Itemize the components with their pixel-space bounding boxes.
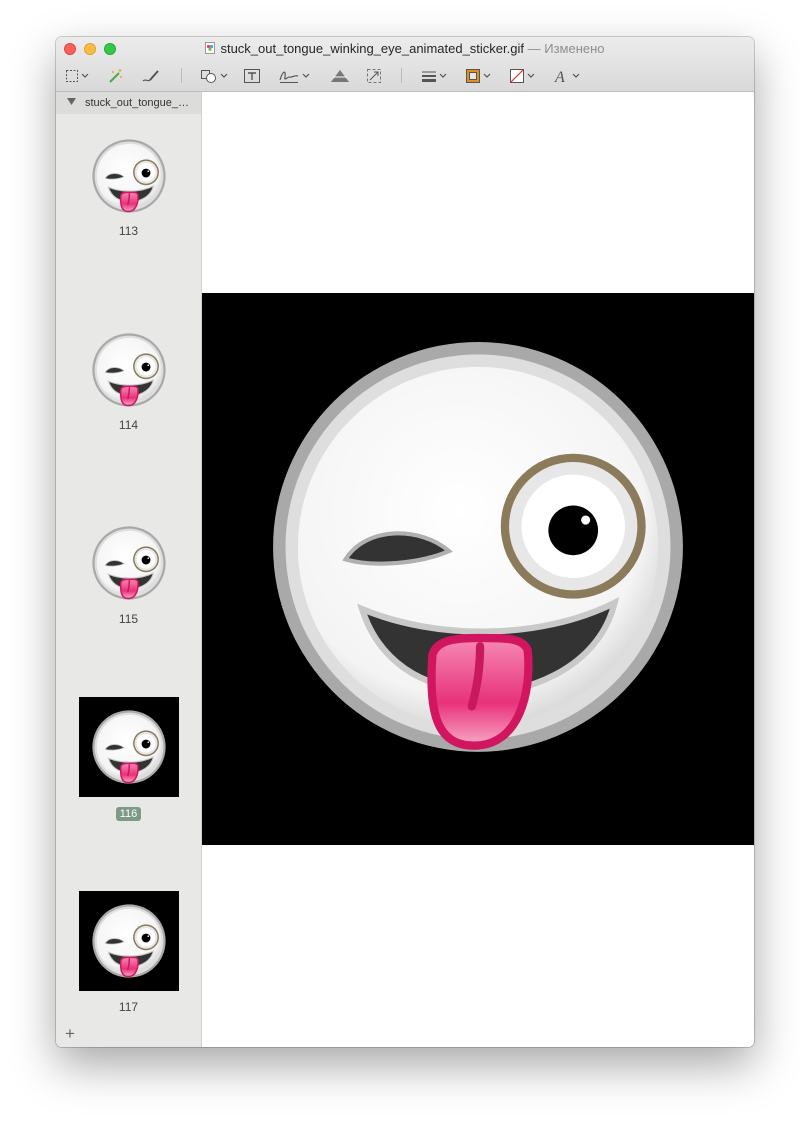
frame-label: 117 — [118, 1000, 139, 1014]
thumbnail-sidebar: stuck_out_tongue_winking_eye_animated_st… — [56, 92, 202, 1047]
frame-thumbnail-117[interactable] — [79, 891, 179, 991]
preview-window: stuck_out_tongue_winking_eye_animated_st… — [56, 37, 754, 1047]
sidebar-file-name: stuck_out_tongue_winking_eye_animated_st… — [85, 97, 195, 109]
text-icon — [244, 69, 260, 83]
text-style-icon: A — [554, 69, 565, 84]
shape-style-tool[interactable] — [421, 67, 447, 85]
frame-thumbnail-115[interactable] — [79, 513, 179, 613]
instant-alpha-icon — [109, 69, 122, 83]
border-color-tool[interactable] — [465, 67, 491, 85]
frame-thumbnail-114[interactable] — [79, 320, 179, 420]
window-title: stuck_out_tongue_winking_eye_animated_st… — [56, 41, 754, 56]
adjust-size-icon — [367, 69, 381, 83]
border-color-icon — [466, 69, 480, 83]
instant-alpha-tool[interactable] — [108, 67, 124, 85]
wink-emoji-icon — [202, 293, 754, 845]
chevron-down-icon — [527, 73, 535, 78]
chevron-down-icon — [81, 73, 89, 78]
rect-selection-icon — [66, 70, 78, 82]
rect-selection-tool[interactable] — [65, 67, 89, 85]
wink-emoji-icon — [91, 332, 167, 408]
frame-thumbnail-113[interactable] — [79, 126, 179, 226]
text-style-tool[interactable]: A — [554, 67, 580, 85]
frame-label-selected: 116 — [56, 806, 201, 821]
shape-style-icon — [422, 71, 436, 82]
chevron-down-icon — [439, 73, 447, 78]
disclosure-triangle-icon[interactable] — [67, 98, 76, 106]
chevron-down-icon — [572, 73, 580, 78]
adjust-color-tool[interactable] — [330, 67, 350, 85]
frame-label: 114 — [118, 418, 139, 432]
markup-toolbar: A — [56, 63, 754, 87]
frame-label: 113 — [118, 224, 139, 238]
sidebar-file-header[interactable]: stuck_out_tongue_winking_eye_animated_st… — [56, 92, 201, 114]
shapes-icon — [201, 70, 216, 83]
svg-text:A: A — [554, 69, 565, 84]
title-filename: stuck_out_tongue_winking_eye_animated_st… — [220, 41, 524, 56]
adjust-size-tool[interactable] — [366, 67, 382, 85]
fill-color-icon — [510, 69, 524, 83]
frame-label: 115 — [118, 612, 139, 626]
sign-tool[interactable] — [278, 67, 310, 85]
current-frame — [202, 293, 754, 845]
sketch-tool[interactable] — [142, 67, 160, 85]
toolbar-separator — [401, 68, 402, 83]
title-bar: stuck_out_tongue_winking_eye_animated_st… — [56, 37, 754, 92]
selection-badge: 116 — [115, 807, 142, 821]
sketch-icon — [142, 70, 159, 82]
title-edited-status: — Изменено — [527, 41, 605, 56]
toolbar-separator — [181, 68, 182, 83]
chevron-down-icon — [220, 73, 228, 78]
chevron-down-icon — [302, 73, 310, 78]
frame-thumbnail-116[interactable] — [79, 697, 179, 797]
sign-icon — [279, 71, 299, 83]
wink-emoji-icon — [91, 525, 167, 601]
shapes-tool[interactable] — [200, 67, 228, 85]
wink-emoji-icon — [91, 138, 167, 214]
wink-emoji-icon — [91, 709, 167, 785]
add-frame-button[interactable]: + — [65, 1025, 75, 1042]
image-canvas[interactable] — [202, 92, 754, 1047]
fill-color-tool[interactable] — [509, 67, 535, 85]
wink-emoji-icon — [91, 903, 167, 979]
adjust-color-icon — [331, 70, 349, 82]
gif-file-icon — [205, 42, 216, 54]
chevron-down-icon — [483, 73, 491, 78]
text-tool[interactable] — [243, 67, 261, 85]
